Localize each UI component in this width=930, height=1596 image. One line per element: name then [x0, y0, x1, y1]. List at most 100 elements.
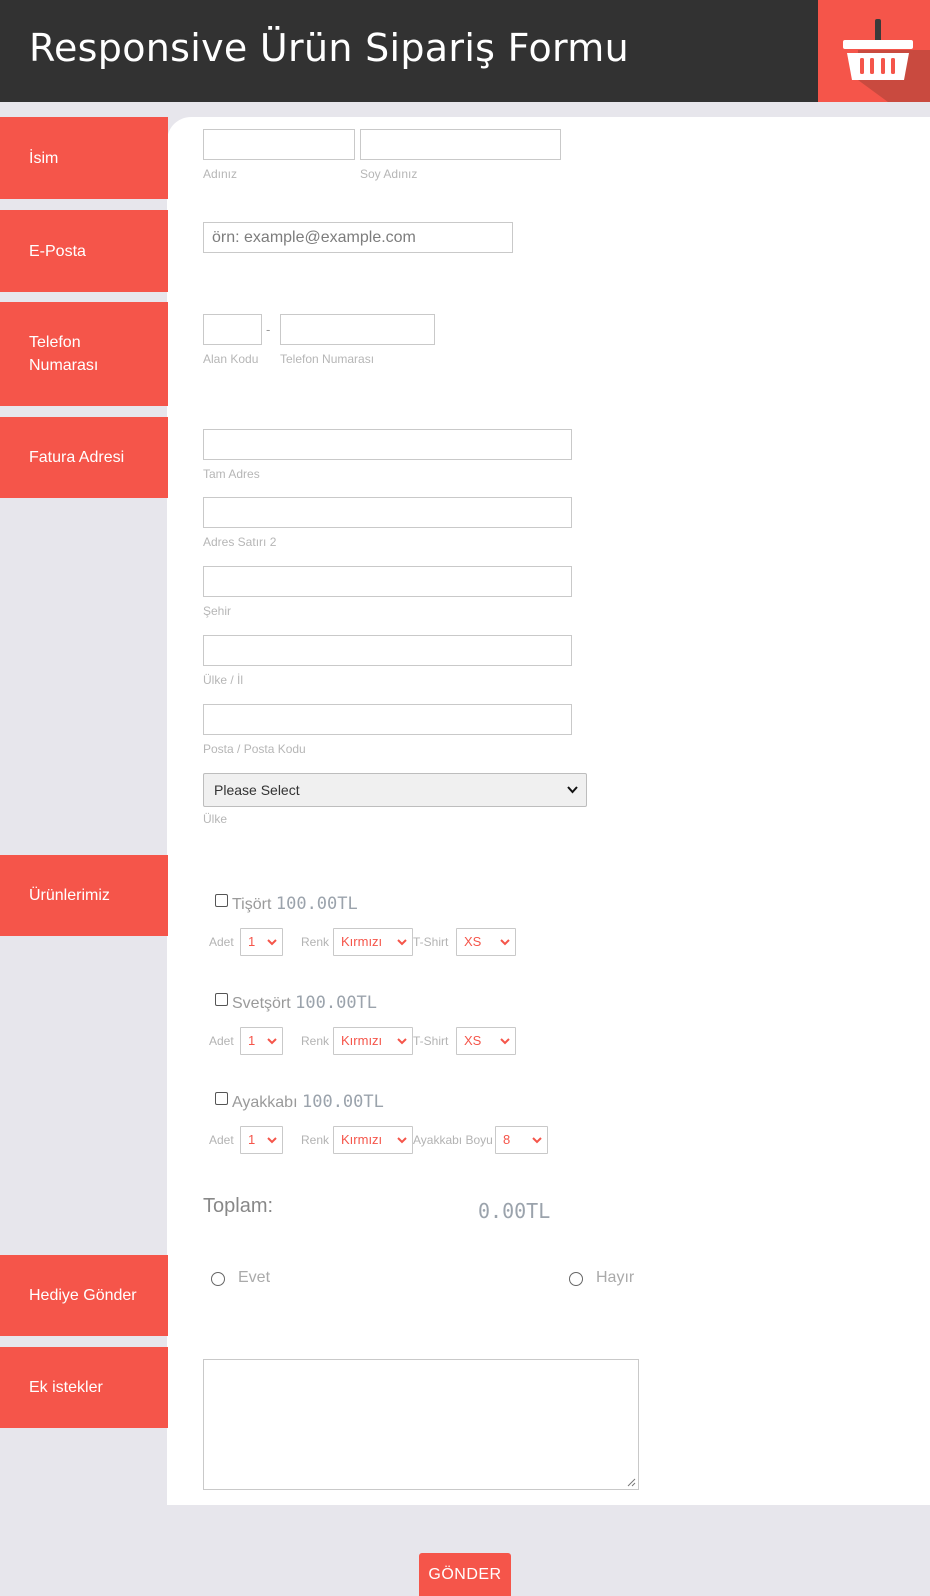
email-placeholder: örn: example@example.com — [212, 229, 416, 246]
address-line2-sublabel: Adres Satırı 2 — [203, 535, 277, 549]
label-email: E-Posta — [0, 210, 168, 292]
qty-value: 1 — [248, 934, 256, 949]
last-name-sublabel: Soy Adınız — [360, 167, 418, 181]
phone-separator: - — [266, 322, 271, 337]
city-input[interactable] — [203, 566, 572, 597]
chevron-down-icon — [567, 786, 578, 794]
qty-value: 1 — [248, 1033, 256, 1048]
zip-input[interactable] — [203, 704, 572, 735]
product-price: 100.00TL — [301, 1092, 384, 1112]
label-products: Ürünlerimiz — [0, 855, 168, 936]
label-email-text: E-Posta — [29, 242, 86, 260]
state-input[interactable] — [203, 635, 572, 666]
size-value: XS — [464, 934, 482, 949]
label-gift-text: Hediye Gönder — [29, 1287, 137, 1304]
label-address-text: Fatura Adresi — [29, 449, 125, 466]
chevron-down-icon — [267, 1137, 277, 1144]
product-checkbox[interactable] — [215, 894, 228, 907]
size-label: T-Shirt — [413, 1034, 449, 1048]
size-select[interactable]: XS — [456, 1027, 516, 1055]
color-select[interactable]: Kırmızı — [333, 1126, 413, 1154]
chevron-down-icon — [532, 1137, 542, 1144]
label-name: İsim — [0, 117, 168, 199]
country-sublabel: Ülke — [203, 812, 228, 826]
total-label: Toplam: — [203, 1195, 274, 1217]
product-price: 100.00TL — [275, 894, 358, 914]
label-gift: Hediye Gönder — [0, 1255, 168, 1336]
first-name-sublabel: Adınız — [203, 167, 238, 181]
address-line2-input[interactable] — [203, 497, 572, 528]
size-value: 8 — [503, 1132, 511, 1147]
address-line1-input[interactable] — [203, 429, 572, 460]
chevron-down-icon — [500, 939, 510, 946]
label-phone-text: Telefon Numarası — [29, 334, 99, 374]
product-price: 100.00TL — [295, 993, 378, 1013]
color-value: Kırmızı — [341, 1132, 383, 1147]
phone-number-sublabel: Telefon Numarası — [280, 352, 375, 366]
last-name-input[interactable] — [360, 129, 561, 160]
phone-number-input[interactable] — [280, 314, 435, 345]
label-extra: Ek istekler — [0, 1347, 168, 1428]
area-code-input[interactable] — [203, 314, 262, 345]
chevron-down-icon — [397, 939, 407, 946]
chevron-down-icon — [397, 1137, 407, 1144]
extra-requests-textarea[interactable] — [203, 1359, 639, 1490]
product-checkbox[interactable] — [215, 1092, 228, 1105]
size-select[interactable]: XS — [456, 928, 516, 956]
label-phone: Telefon Numarası — [0, 302, 168, 406]
resize-handle-icon[interactable] — [627, 1478, 636, 1487]
state-sublabel: Ülke / İl — [203, 673, 244, 687]
product-name-text: Tişört — [232, 896, 272, 913]
color-select[interactable]: Kırmızı — [333, 1027, 413, 1055]
product-name-text: Ayakkabı — [232, 1094, 298, 1111]
total-value: 0.00TL — [478, 1199, 551, 1223]
zip-sublabel: Posta / Posta Kodu — [203, 742, 306, 756]
label-products-text: Ürünlerimiz — [29, 887, 110, 904]
label-name-text: İsim — [29, 149, 59, 167]
page-title: Responsive Ürün Sipariş Formu — [29, 26, 629, 70]
size-label: Ayakkabı Boyu — [413, 1133, 493, 1147]
label-extra-text: Ek istekler — [29, 1379, 103, 1396]
qty-label: Adet — [209, 1034, 234, 1048]
product-checkbox[interactable] — [215, 993, 228, 1006]
product-name-text: Svetşört — [232, 995, 291, 1012]
country-select-value: Please Select — [214, 782, 300, 798]
product-name: Svetşört 100.00TL — [232, 993, 377, 1013]
basket-icon — [843, 19, 930, 102]
qty-label: Adet — [209, 935, 234, 949]
gift-yes-label: Evet — [238, 1269, 271, 1286]
email-input[interactable]: örn: example@example.com — [203, 222, 513, 253]
first-name-input[interactable] — [203, 129, 355, 160]
chevron-down-icon — [397, 1038, 407, 1045]
submit-button[interactable]: GÖNDER — [419, 1553, 511, 1596]
qty-select[interactable]: 1 — [240, 1126, 283, 1154]
color-value: Kırmızı — [341, 934, 383, 949]
city-sublabel: Şehir — [203, 604, 232, 618]
header-logo — [818, 0, 930, 102]
color-label: Renk — [301, 935, 330, 949]
color-select[interactable]: Kırmızı — [333, 928, 413, 956]
gift-yes-radio[interactable] — [211, 1272, 225, 1286]
product-name: Ayakkabı 100.00TL — [232, 1092, 384, 1112]
area-code-sublabel: Alan Kodu — [203, 352, 259, 366]
qty-label: Adet — [209, 1133, 234, 1147]
qty-select[interactable]: 1 — [240, 928, 283, 956]
size-select[interactable]: 8 — [495, 1126, 548, 1154]
gift-no-label: Hayır — [596, 1269, 635, 1286]
size-label: T-Shirt — [413, 935, 449, 949]
country-select[interactable]: Please Select — [203, 773, 587, 807]
size-value: XS — [464, 1033, 482, 1048]
address-line1-sublabel: Tam Adres — [203, 467, 260, 481]
qty-select[interactable]: 1 — [240, 1027, 283, 1055]
header-bar: Responsive Ürün Sipariş Formu — [0, 0, 930, 102]
chevron-down-icon — [500, 1038, 510, 1045]
color-label: Renk — [301, 1034, 330, 1048]
chevron-down-icon — [267, 939, 277, 946]
qty-value: 1 — [248, 1132, 256, 1147]
color-value: Kırmızı — [341, 1033, 383, 1048]
color-label: Renk — [301, 1133, 330, 1147]
product-name: Tişört 100.00TL — [232, 894, 358, 914]
chevron-down-icon — [267, 1038, 277, 1045]
gift-no-radio[interactable] — [569, 1272, 583, 1286]
label-address: Fatura Adresi — [0, 417, 168, 498]
